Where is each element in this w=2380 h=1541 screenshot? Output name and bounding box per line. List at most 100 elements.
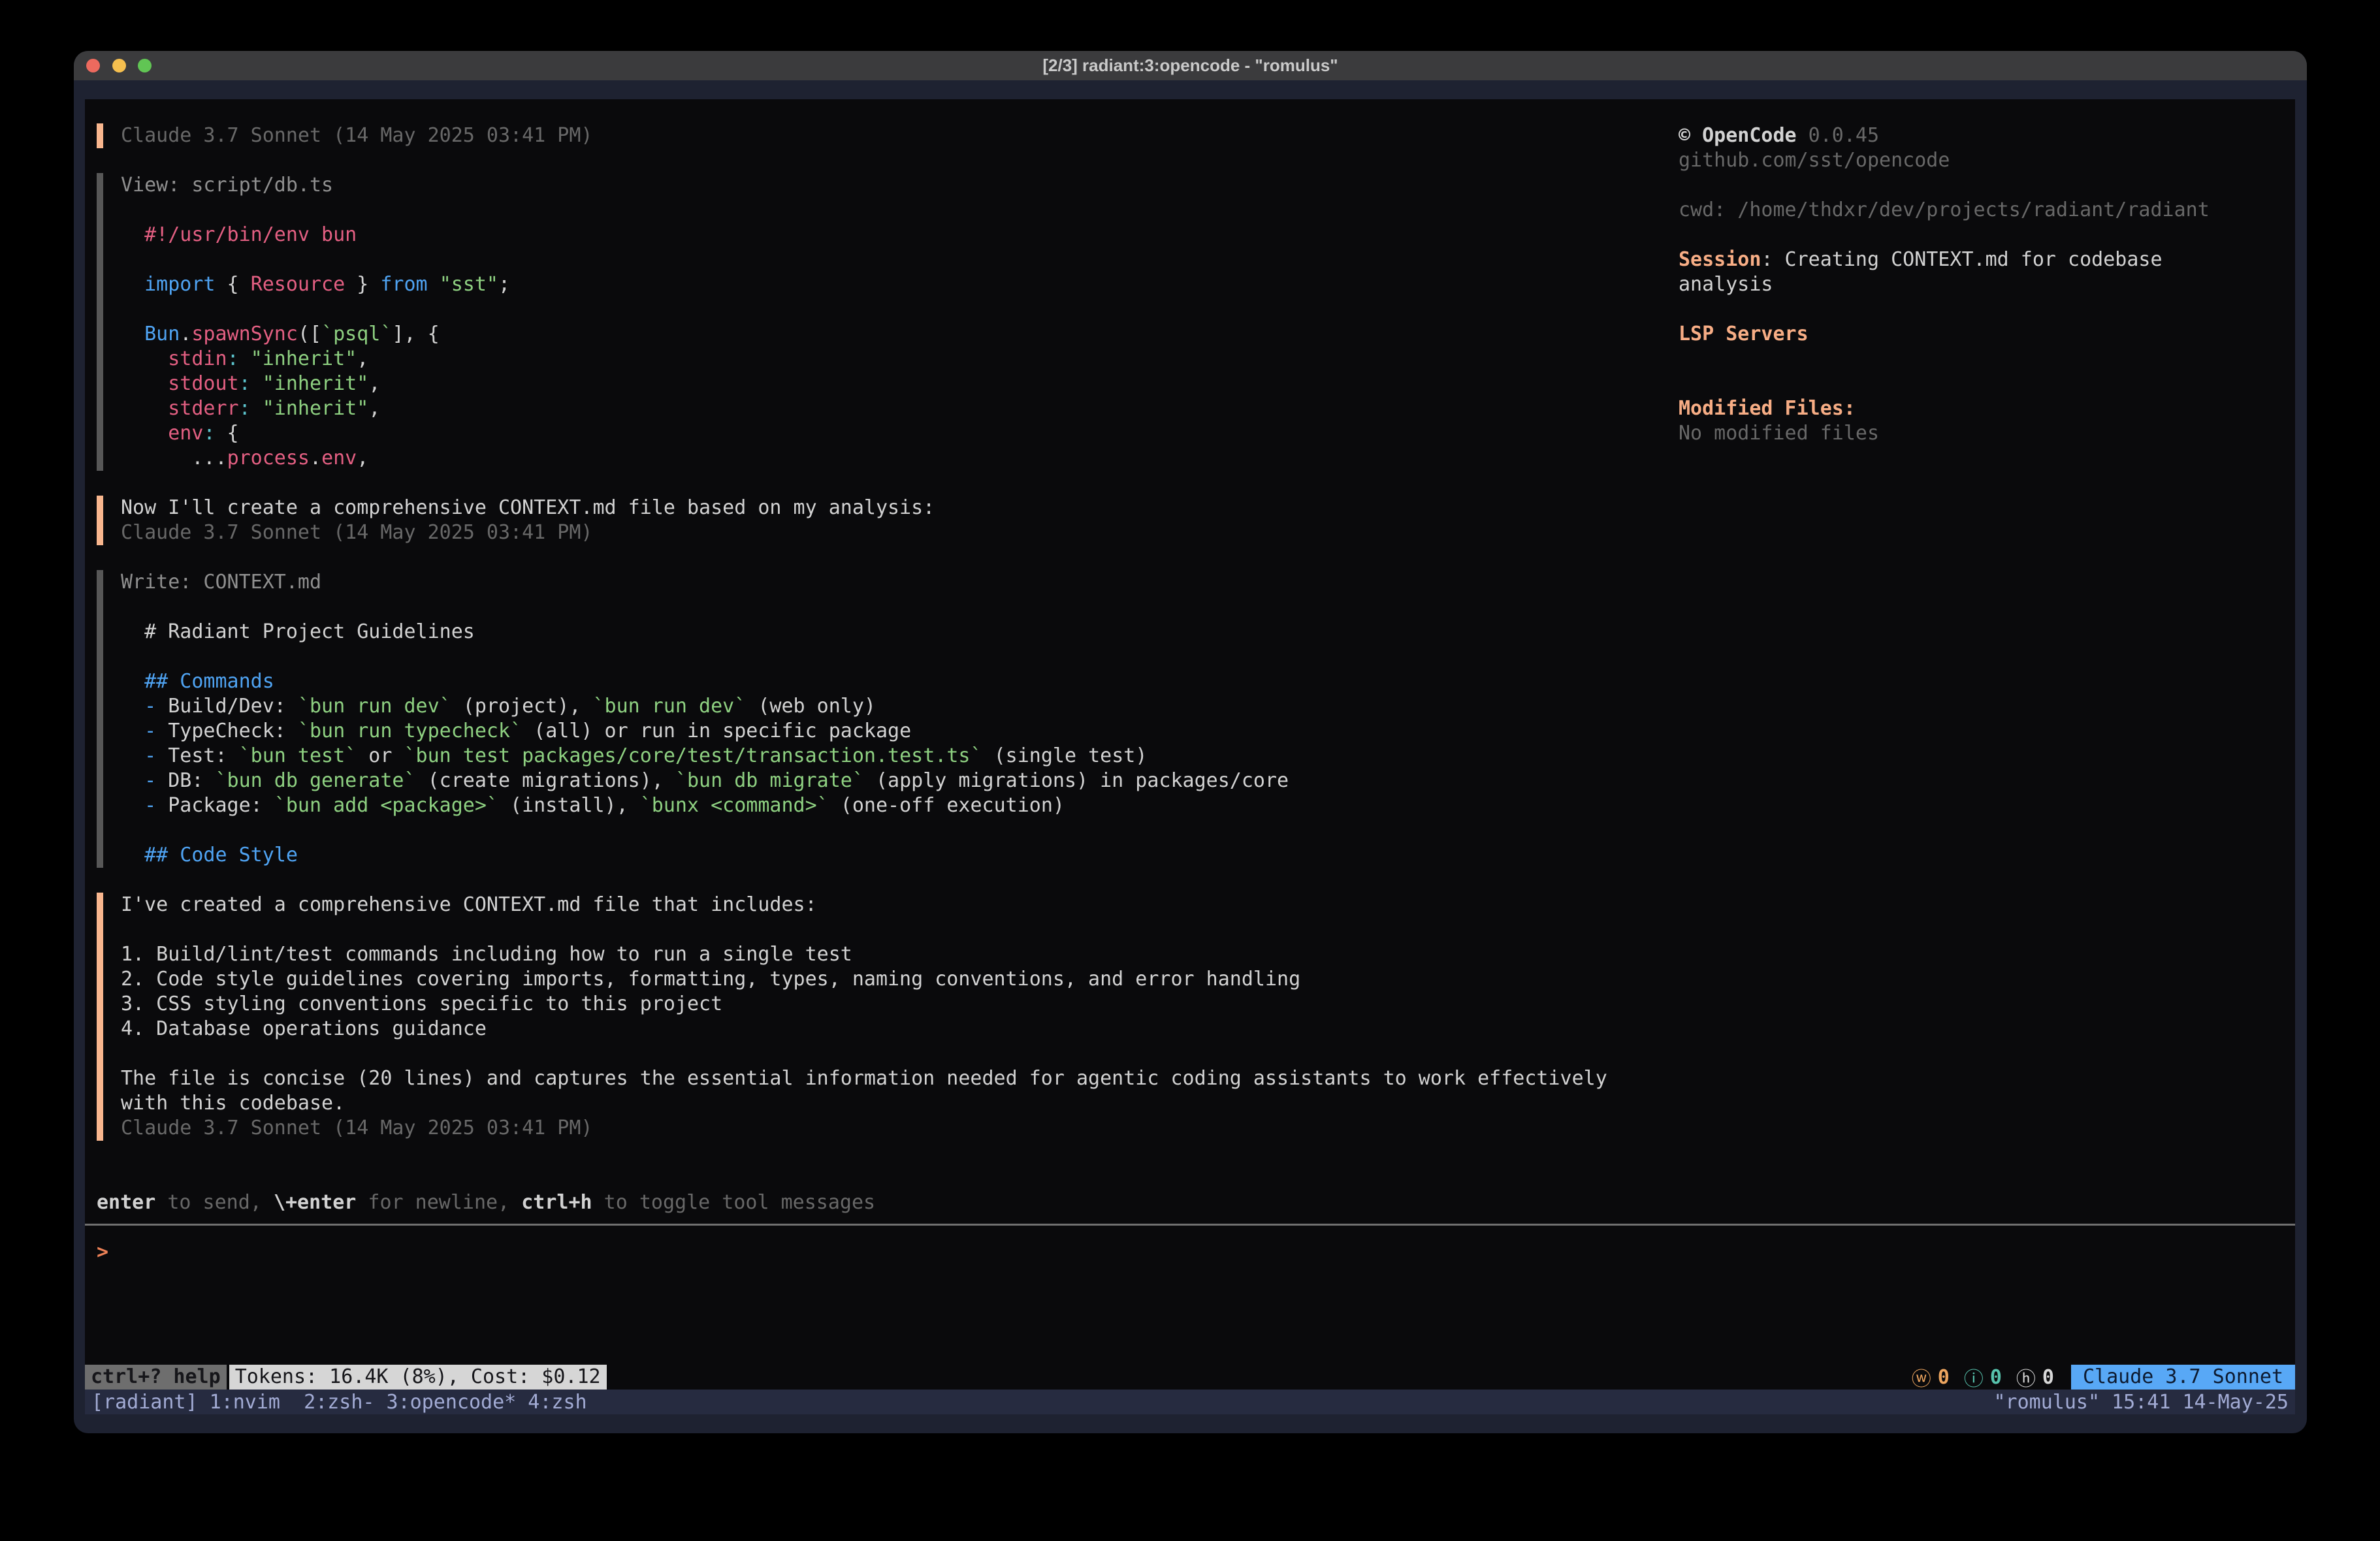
- text-token: Modified Files:: [1679, 397, 1856, 420]
- text-token: (create migrations),: [416, 769, 675, 792]
- terminal-line: View: script/db.ts: [121, 173, 1658, 198]
- text-token: for newline,: [356, 1191, 521, 1214]
- chat-transcript: Claude 3.7 Sonnet (14 May 2025 03:41 PM)…: [97, 123, 1658, 1215]
- terminal-line: [121, 297, 1658, 322]
- diagnostic-info: ⓘ0: [1964, 1363, 2002, 1391]
- text-token: -: [144, 769, 156, 792]
- text-token: `bun run dev`: [593, 695, 747, 718]
- text-token: to send,: [155, 1191, 274, 1214]
- terminal-line: # Radiant Project Guidelines: [121, 620, 1658, 644]
- text-token: "sst": [440, 273, 498, 296]
- text-token: cwd: /home/thdxr/dev/projects/radiant/ra…: [1679, 199, 2210, 221]
- sidebar-line: LSP Servers: [1679, 322, 2295, 347]
- terminal-line: 4. Database operations guidance: [121, 1017, 1658, 1041]
- text-token: ], {: [392, 323, 439, 345]
- sidebar-line: analysis: [1679, 272, 2295, 297]
- diagnostic-hint: ⓗ0: [2016, 1363, 2054, 1391]
- status-bar: ctrl+? help Tokens: 16.4K (8%), Cost: $0…: [85, 1365, 2295, 1390]
- terminal-line: Bun.spawnSync([`psql`], {: [121, 322, 1658, 347]
- diagnostic-count: 0: [1990, 1366, 2002, 1389]
- terminal-line: with this codebase.: [121, 1091, 1658, 1116]
- terminal-line: Now I'll create a comprehensive CONTEXT.…: [121, 496, 1658, 520]
- text-token: Claude 3.7 Sonnet (14 May 2025 03:41 PM): [121, 521, 592, 544]
- warning-icon: ⓦ: [1912, 1363, 1931, 1391]
- text-token: Resource: [251, 273, 346, 296]
- sidebar-line: github.com/sst/opencode: [1679, 148, 2295, 173]
- window-titlebar[interactable]: [2/3] radiant:3:opencode - "romulus": [74, 51, 2307, 80]
- text-token: © OpenCode: [1679, 124, 1797, 147]
- text-token: -: [144, 720, 156, 742]
- text-token: Build/Dev:: [156, 695, 298, 718]
- text-token: (apply migrations) in packages/core: [864, 769, 1289, 792]
- text-token: \+enter: [274, 1191, 356, 1214]
- text-token: analysis: [1679, 273, 1773, 296]
- text-token: {: [216, 422, 239, 445]
- text-token: ## Commands: [121, 670, 274, 693]
- text-token: [121, 769, 144, 792]
- terminal-line: ## Code Style: [121, 843, 1658, 868]
- text-token: ,: [368, 397, 380, 420]
- text-token: View: script/db.ts: [121, 174, 333, 197]
- terminal-line: 3. CSS styling conventions specific to t…: [121, 992, 1658, 1017]
- text-token: stdout: [168, 372, 238, 395]
- text-token: [121, 372, 168, 395]
- help-shortcut-chip: ctrl+? help: [85, 1365, 227, 1390]
- window-title: [2/3] radiant:3:opencode - "romulus": [1042, 56, 1338, 76]
- text-token: `bun run dev`: [298, 695, 451, 718]
- text-token: [121, 397, 168, 420]
- minimize-button-icon[interactable]: [112, 59, 126, 72]
- text-token: ([: [298, 323, 321, 345]
- status-right-group: ⓦ0ⓘ0ⓗ0 Claude 3.7 Sonnet: [1912, 1365, 2295, 1390]
- prompt-input[interactable]: >: [97, 1240, 108, 1265]
- text-token: ctrl+h: [521, 1191, 592, 1214]
- text-token: [121, 695, 144, 718]
- text-token: [121, 223, 144, 246]
- text-token: Test:: [156, 744, 238, 767]
- text-token: [428, 273, 440, 296]
- text-token: I've created a comprehensive CONTEXT.md …: [121, 893, 817, 916]
- text-token: [121, 794, 144, 817]
- text-token: -: [144, 695, 156, 718]
- zoom-button-icon[interactable]: [138, 59, 152, 72]
- text-token: import: [144, 273, 215, 296]
- model-badge[interactable]: Claude 3.7 Sonnet: [2071, 1365, 2295, 1390]
- text-token: Claude 3.7 Sonnet (14 May 2025 03:41 PM): [121, 124, 592, 147]
- text-token: : Creating CONTEXT.md for codebase: [1761, 248, 2162, 271]
- text-token: 3. CSS styling conventions specific to t…: [121, 993, 722, 1015]
- terminal-line: The file is concise (20 lines) and captu…: [121, 1066, 1658, 1091]
- tmux-session-windows[interactable]: [radiant] 1:nvim 2:zsh- 3:opencode* 4:zs…: [91, 1391, 587, 1414]
- text-token: ,: [357, 347, 368, 370]
- terminal-line: [121, 595, 1658, 620]
- close-button-icon[interactable]: [86, 59, 100, 72]
- session-sidebar: © OpenCode 0.0.45github.com/sst/opencode…: [1679, 123, 2295, 446]
- text-token: [239, 347, 251, 370]
- text-token: :: [227, 347, 239, 370]
- terminal-line: import { Resource } from "sst";: [121, 272, 1658, 297]
- text-token: (one-off execution): [829, 794, 1065, 817]
- text-token: ...: [121, 447, 227, 469]
- diagnostic-warn: ⓦ0: [1912, 1363, 1950, 1391]
- text-token: [121, 347, 168, 370]
- assistant-header-block: Claude 3.7 Sonnet (14 May 2025 03:41 PM): [97, 123, 1658, 148]
- text-token: from: [380, 273, 427, 296]
- assistant-message-block: Now I'll create a comprehensive CONTEXT.…: [97, 496, 1658, 545]
- text-token: 2. Code style guidelines covering import…: [121, 968, 1300, 991]
- text-token: Claude 3.7 Sonnet (14 May 2025 03:41 PM): [121, 1117, 592, 1139]
- text-token: [121, 720, 144, 742]
- terminal-line: I've created a comprehensive CONTEXT.md …: [121, 893, 1658, 917]
- sidebar-line: © OpenCode 0.0.45: [1679, 123, 2295, 148]
- diagnostic-count: 0: [1938, 1366, 1950, 1389]
- text-token: Bun: [144, 323, 180, 345]
- text-token: "inherit": [251, 347, 357, 370]
- text-token: github.com/sst/opencode: [1679, 149, 1950, 172]
- terminal-line: [121, 1041, 1658, 1066]
- text-token: Now I'll create a comprehensive CONTEXT.…: [121, 496, 935, 519]
- hint-icon: ⓗ: [2016, 1363, 2036, 1391]
- keybinding-hint-line: enter to send, \+enter for newline, ctrl…: [97, 1190, 1658, 1215]
- text-token: `psql`: [321, 323, 392, 345]
- text-token: `bunx <command>`: [640, 794, 829, 817]
- terminal-line: Claude 3.7 Sonnet (14 May 2025 03:41 PM): [121, 1116, 1658, 1141]
- text-token: .: [310, 447, 321, 469]
- terminal-line: 1. Build/lint/test commands including ho…: [121, 942, 1658, 967]
- terminal-window: [2/3] radiant:3:opencode - "romulus" Cla…: [74, 51, 2307, 1433]
